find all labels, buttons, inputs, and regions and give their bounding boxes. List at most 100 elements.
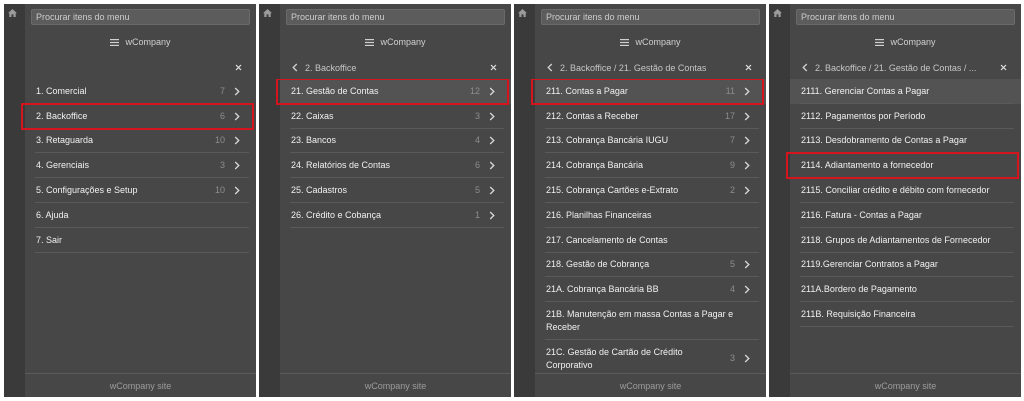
menu-header: wCompany: [535, 4, 766, 56]
submenu-count-badge: 7: [219, 85, 225, 96]
chevron-left-icon[interactable]: [292, 63, 298, 72]
home-icon[interactable]: [8, 9, 17, 17]
menu-search-input[interactable]: [796, 9, 1015, 25]
menu-search-input[interactable]: [31, 9, 250, 25]
brand-menu-toggle[interactable]: wCompany: [790, 34, 1021, 50]
menu-item[interactable]: 26. Crédito e Cobança 1: [280, 203, 511, 228]
company-site-link[interactable]: wCompany site: [535, 373, 766, 397]
menu-item-label: 213. Cobrança Bancária IUGU: [546, 135, 669, 146]
menu-item-label: 4. Gerenciais: [36, 160, 90, 171]
menu-item[interactable]: 6. Ajuda: [25, 203, 256, 228]
menu-item[interactable]: 21C. Gestão de Cartão de Crédito Corpora…: [535, 340, 766, 373]
submenu-count-badge: 4: [729, 284, 735, 295]
menu-item[interactable]: 3. Retaguarda 10: [25, 129, 256, 154]
menu-item[interactable]: 2119.Gerenciar Contratos a Pagar: [790, 253, 1021, 278]
menu-item[interactable]: 215. Cobrança Cartões e-Extrato 2: [535, 178, 766, 203]
brand-name: wCompany: [890, 37, 936, 47]
company-site-link[interactable]: wCompany site: [25, 373, 256, 397]
menu-item-label: 218. Gestão de Cobrança: [546, 259, 650, 270]
breadcrumb-bar: [25, 56, 256, 79]
menu-item[interactable]: 213. Cobrança Bancária IUGU 7: [535, 129, 766, 154]
menu-item-label: 5. Configurações e Setup: [36, 185, 138, 196]
brand-menu-toggle[interactable]: wCompany: [25, 34, 256, 50]
menu-item[interactable]: 22. Caixas 3: [280, 104, 511, 129]
menu-item[interactable]: 211B. Requisição Financeira: [790, 302, 1021, 327]
menu-item[interactable]: 2113. Desdobramento de Contas a Pagar: [790, 129, 1021, 154]
menu-item[interactable]: 218. Gestão de Cobrança 5: [535, 253, 766, 278]
menu-item[interactable]: 211A.Bordero de Pagamento: [790, 277, 1021, 302]
menu-item[interactable]: 7. Sair: [25, 228, 256, 253]
menu-item[interactable]: 211. Contas a Pagar 11: [531, 79, 766, 105]
menu-item-label: 7. Sair: [36, 234, 63, 245]
menu-item[interactable]: 21. Gestão de Contas 12: [276, 79, 511, 105]
menu-item[interactable]: 2118. Grupos de Adiantamentos de Fornece…: [790, 228, 1021, 253]
brand-name: wCompany: [125, 37, 171, 47]
menu-search-input[interactable]: [541, 9, 760, 25]
menu-item[interactable]: 21B. Manutenção em massa Contas a Pagar …: [535, 302, 766, 340]
close-icon[interactable]: [745, 64, 752, 71]
chevron-left-icon[interactable]: [547, 63, 553, 72]
menu-item[interactable]: 2. Backoffice 6: [21, 102, 256, 130]
menu-item-label: 26. Crédito e Cobança: [291, 209, 382, 220]
breadcrumb[interactable]: 2. Backoffice / 21. Gestão de Contas / .…: [815, 63, 992, 73]
menu-item[interactable]: 2115. Conciliar crédito e débito com for…: [790, 178, 1021, 203]
brand-menu-toggle[interactable]: wCompany: [535, 34, 766, 50]
menu-sidebar: wCompany 2. Backoffice / 21. Gestão de C…: [786, 4, 1021, 397]
menu-item-label: 2. Backoffice: [36, 110, 88, 121]
hamburger-icon: [365, 38, 375, 46]
menu-item[interactable]: 24. Relatórios de Contas 6: [280, 153, 511, 178]
menu-item[interactable]: 1. Comercial 7: [25, 79, 256, 104]
menu-item-label: 2111. Gerenciar Contas a Pagar: [801, 85, 930, 96]
company-site-link[interactable]: wCompany site: [790, 373, 1021, 397]
menu-header: wCompany: [25, 4, 256, 56]
menu-item[interactable]: 212. Contas a Receber 17: [535, 104, 766, 129]
menu-item[interactable]: 2112. Pagamentos por Período: [790, 104, 1021, 129]
chevron-left-icon[interactable]: [802, 63, 808, 72]
menu-item[interactable]: 2116. Fatura - Contas a Pagar: [790, 203, 1021, 228]
menu-item[interactable]: 2114. Adiantamento a fornecedor: [786, 152, 1021, 180]
hamburger-icon: [110, 38, 120, 46]
menu-item[interactable]: 23. Bancos 4: [280, 129, 511, 154]
menu-search-input[interactable]: [286, 9, 505, 25]
brand-menu-toggle[interactable]: wCompany: [280, 34, 511, 50]
submenu-count-badge: 3: [219, 160, 225, 171]
submenu-count-badge: 10: [214, 185, 225, 196]
close-icon[interactable]: [1000, 64, 1007, 71]
menu-item-label: 211A.Bordero de Pagamento: [801, 284, 917, 295]
menu-item[interactable]: 25. Cadastros 5: [280, 178, 511, 203]
menu-item-label: 2112. Pagamentos por Período: [801, 110, 926, 121]
menu-item[interactable]: 217. Cancelamento de Contas: [535, 228, 766, 253]
menu-item-label: 1. Comercial: [36, 85, 87, 96]
menu-item[interactable]: 21A. Cobrança Bancária BB 4: [535, 277, 766, 302]
menu-item-label: 2113. Desdobramento de Contas a Pagar: [801, 135, 967, 146]
sidebar-rail: [514, 4, 535, 397]
menu-panel-4: wCompany 2. Backoffice / 21. Gestão de C…: [769, 4, 1021, 397]
menu-item-label: 211B. Requisição Financeira: [801, 309, 916, 320]
menu-item[interactable]: 214. Cobrança Bancária 9: [535, 153, 766, 178]
home-icon[interactable]: [773, 9, 782, 17]
menu-item-label: 2115. Conciliar crédito e débito com for…: [801, 185, 990, 196]
submenu-count-badge: 1: [474, 209, 480, 220]
breadcrumb[interactable]: 2. Backoffice / 21. Gestão de Contas: [560, 63, 737, 73]
menu-item[interactable]: 4. Gerenciais 3: [25, 153, 256, 178]
menu-item[interactable]: 2111. Gerenciar Contas a Pagar: [790, 79, 1021, 104]
menu-header: wCompany: [280, 4, 511, 56]
close-icon[interactable]: [235, 64, 242, 71]
menu-item[interactable]: 216. Planilhas Financeiras: [535, 203, 766, 228]
menu-sidebar: wCompany 2. Backoffice 21. Gestão de Con…: [276, 4, 511, 397]
sidebar-rail: [4, 4, 25, 397]
breadcrumb[interactable]: 2. Backoffice: [305, 63, 482, 73]
submenu-count-badge: 4: [474, 135, 480, 146]
submenu-count-badge: 5: [729, 259, 735, 270]
menu-list: 1. Comercial 7 2. Backoffice 6 3. Retagu…: [21, 79, 256, 373]
menu-item-label: 21. Gestão de Contas: [291, 85, 379, 96]
submenu-count-badge: 7: [729, 135, 735, 146]
home-icon[interactable]: [263, 9, 272, 17]
menu-sidebar: wCompany 2. Backoffice / 21. Gestão de C…: [531, 4, 766, 397]
close-icon[interactable]: [490, 64, 497, 71]
company-site-link[interactable]: wCompany site: [280, 373, 511, 397]
submenu-count-badge: 5: [474, 185, 480, 196]
home-icon[interactable]: [518, 9, 527, 17]
menu-item[interactable]: 5. Configurações e Setup 10: [25, 178, 256, 203]
chevron-right-icon: [234, 161, 240, 170]
